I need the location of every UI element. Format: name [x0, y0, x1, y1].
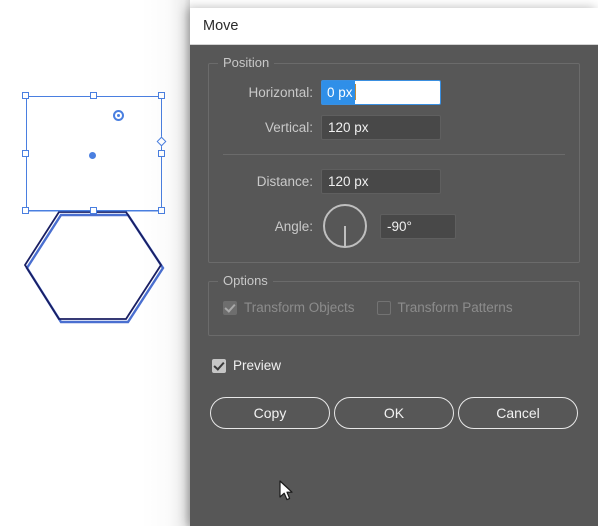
preview-label: Preview	[233, 358, 282, 373]
options-group-legend: Options	[218, 273, 273, 288]
position-group-legend: Position	[218, 55, 275, 70]
transform-patterns-row[interactable]: Transform Patterns	[376, 300, 513, 315]
selection-handle-bottom-right[interactable]	[158, 207, 165, 214]
position-divider	[223, 154, 565, 155]
selection-handle-top-left[interactable]	[22, 92, 29, 99]
transform-origin-icon[interactable]	[113, 110, 124, 121]
angle-label: Angle:	[274, 218, 313, 234]
angle-row: Angle: -90°	[223, 204, 565, 248]
dialog-title: Move	[203, 18, 239, 34]
application-window: Move Position Horizontal: 0 px Vertical:…	[0, 0, 598, 526]
distance-input[interactable]: 120 px	[321, 169, 441, 194]
dialog-button-bar: Copy OK Cancel	[208, 397, 580, 429]
transform-objects-checkbox	[223, 300, 237, 315]
move-dialog: Move Position Horizontal: 0 px Vertical:…	[190, 8, 598, 526]
transform-patterns-checkbox	[376, 300, 391, 315]
cancel-button[interactable]: Cancel	[458, 397, 578, 429]
horizontal-row: Horizontal: 0 px	[223, 80, 565, 105]
horizontal-label: Horizontal:	[248, 85, 313, 100]
angle-input[interactable]: -90°	[380, 213, 456, 239]
preview-checkbox[interactable]	[212, 358, 226, 373]
options-group: Options Transform Objects Transform Patt…	[208, 273, 580, 336]
selection-handle-top-right[interactable]	[158, 92, 165, 99]
horizontal-input[interactable]: 0 px	[321, 80, 441, 105]
distance-label: Distance:	[256, 174, 313, 189]
transform-objects-label: Transform Objects	[244, 300, 355, 315]
angle-dial-icon[interactable]	[323, 204, 367, 248]
selection-handle-top-center[interactable]	[90, 92, 97, 99]
vertical-input[interactable]: 120 px	[321, 115, 441, 140]
vertical-label: Vertical:	[264, 120, 313, 135]
selection-handle-middle-left[interactable]	[22, 150, 29, 157]
selection-handle-middle-right[interactable]	[158, 150, 165, 157]
position-group: Position Horizontal: 0 px Vertical: 120 …	[208, 55, 580, 263]
text-caret	[354, 84, 356, 100]
dialog-titlebar: Move	[190, 8, 598, 45]
selection-handle-bottom-left[interactable]	[22, 207, 29, 214]
copy-button[interactable]: Copy	[210, 397, 330, 429]
dialog-body: Position Horizontal: 0 px Vertical: 120 …	[190, 55, 598, 429]
transform-patterns-label: Transform Patterns	[397, 300, 513, 315]
distance-row: Distance: 120 px	[223, 169, 565, 194]
vertical-row: Vertical: 120 px	[223, 115, 565, 140]
horizontal-input-value: 0 px	[322, 81, 355, 104]
selection-handle-bottom-center[interactable]	[90, 207, 97, 214]
transform-objects-row[interactable]: Transform Objects	[223, 300, 355, 315]
preview-row[interactable]: Preview	[212, 358, 580, 373]
ok-button[interactable]: OK	[334, 397, 454, 429]
selection-center-point-icon	[89, 152, 96, 159]
angle-dial-needle	[344, 226, 346, 246]
